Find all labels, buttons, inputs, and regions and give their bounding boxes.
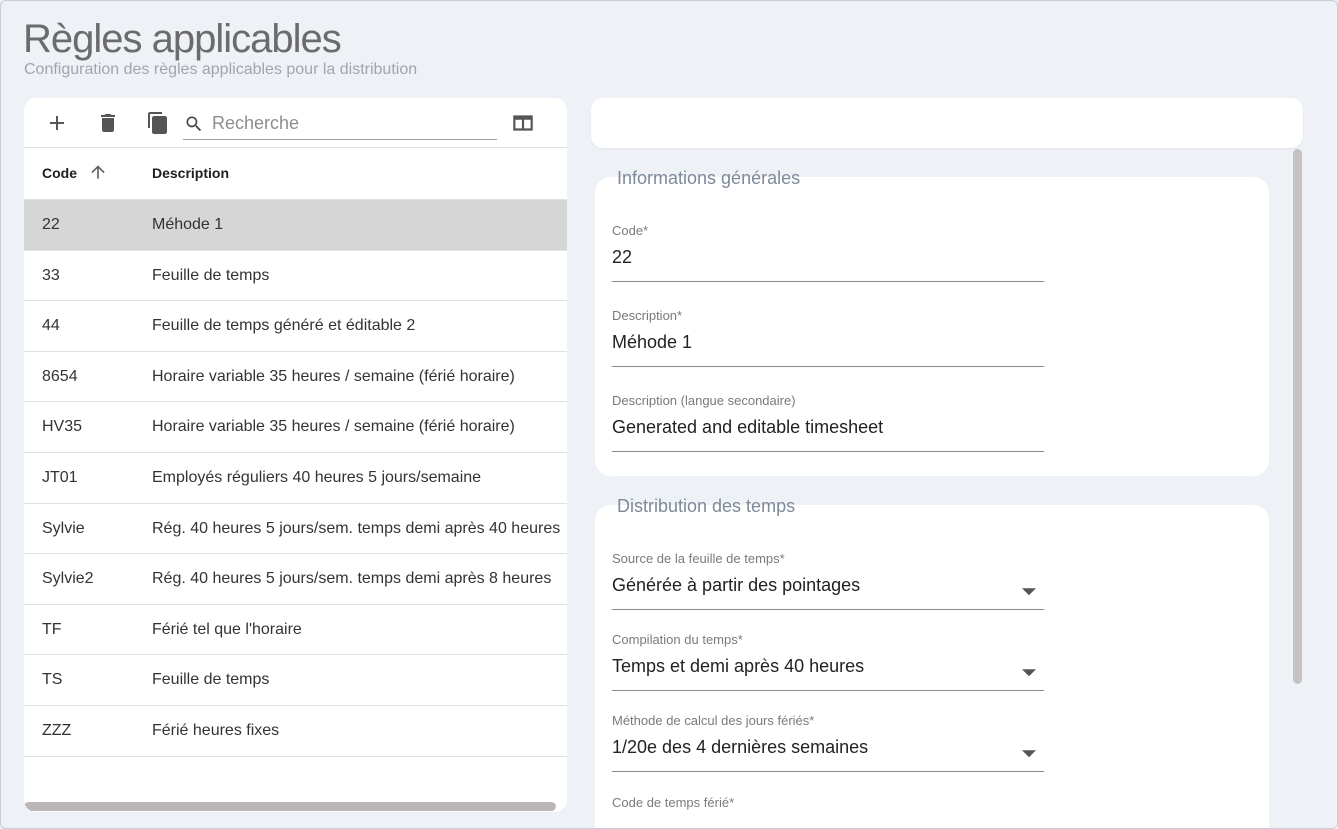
trash-icon [101,114,115,132]
field-label: Source de la feuille de temps* [612,551,785,566]
time-compilation-field: Compilation du temps* Temps et demi aprè… [612,632,1044,691]
field-label: Méthode de calcul des jours fériés* [612,713,815,728]
section-title: Informations générales [617,168,801,188]
table-row[interactable]: TS Feuille de temps [24,655,567,706]
table-row[interactable]: 22 Méhode 1 [24,200,567,251]
select-value: Générée à partir des pointages [612,575,861,595]
cell-code: TS [42,671,63,689]
cell-description: Férié tel que l'horaire [152,620,302,638]
field-label: Code de temps férié* [612,795,735,810]
code-field: Code* 22 [612,223,1044,282]
cell-code: TF [42,620,62,638]
table-row[interactable]: TF Férié tel que l'horaire [24,605,567,656]
field-label: Description (langue secondaire) [612,393,796,408]
cell-description: Rég. 40 heures 5 jours/sem. temps demi a… [152,519,561,537]
table-body: 22 Méhode 1 33 Feuille de temps 44 Feuil… [24,200,567,757]
table-row[interactable]: Sylvie Rég. 40 heures 5 jours/sem. temps… [24,504,567,555]
field-label: Description* [612,308,683,323]
holiday-method-select[interactable]: 1/20e des 4 dernières semaines [612,737,1044,772]
cell-code: JT01 [42,468,78,486]
select-value: 1/20e des 4 dernières semaines [612,737,869,757]
table-row[interactable]: JT01 Employés réguliers 40 heures 5 jour… [24,453,567,504]
add-button[interactable] [42,108,72,138]
horizontal-scrollbar[interactable] [24,802,556,811]
time-compilation-select[interactable]: Temps et demi après 40 heures [612,656,1044,691]
cell-description: Méhode 1 [152,216,224,233]
cell-code: 22 [42,216,60,233]
page-subtitle: Configuration des règles applicables pou… [24,61,418,78]
cell-description: Feuille de temps [152,671,270,689]
cell-description: Horaire variable 35 heures / semaine (fé… [152,367,515,385]
description-input[interactable]: Méhode 1 [612,332,1044,367]
cell-code: ZZZ [42,721,72,739]
field-label: Compilation du temps* [612,632,743,647]
cell-description: Férié heures fixes [152,721,280,739]
holiday-method-field: Méthode de calcul des jours fériés* 1/20… [612,713,1044,772]
copy-icon [148,112,167,134]
detail-header-bar [591,98,1303,148]
table-header: Code Description [24,148,567,200]
table-row[interactable]: Sylvie2 Rég. 40 heures 5 jours/sem. temp… [24,554,567,605]
timesheet-source-select[interactable]: Générée à partir des pointages [612,575,1044,610]
cell-description: Rég. 40 heures 5 jours/sem. temps demi a… [152,570,552,588]
time-distribution-section: Distribution des temps Source de la feui… [595,496,1269,828]
table-row[interactable]: HV35 Horaire variable 35 heures / semain… [24,402,567,453]
code-input[interactable]: 22 [612,247,1044,282]
search-input[interactable] [212,113,482,134]
cell-code: Sylvie2 [42,570,94,588]
table-row[interactable]: ZZZ Férié heures fixes [24,706,567,757]
delete-button[interactable] [93,108,123,138]
list-toolbar [24,98,567,148]
dropdown-arrow-icon[interactable] [1022,584,1036,598]
cell-code: HV35 [42,418,83,436]
table-row[interactable]: 33 Feuille de temps [24,251,567,302]
cell-description: Employés réguliers 40 heures 5 jours/sem… [152,468,482,486]
secondary-description-input[interactable]: Generated and editable timesheet [612,417,1044,452]
sort-ascending-icon[interactable] [88,162,108,182]
select-value: Temps et demi après 40 heures [612,656,865,676]
cell-code: 44 [42,317,60,335]
column-header-description[interactable]: Description [152,165,229,181]
column-header-code[interactable]: Code [42,165,77,181]
search-icon [186,116,202,131]
cell-description: Horaire variable 35 heures / semaine (fé… [152,418,515,436]
description-field: Description* Méhode 1 [612,308,1044,367]
columns-toggle-button[interactable] [508,108,538,138]
cell-description: Feuille de temps [152,266,270,284]
columns-icon [513,115,533,131]
copy-button[interactable] [143,108,173,138]
vertical-scrollbar[interactable] [1293,149,1302,684]
table-row[interactable]: 8654 Horaire variable 35 heures / semain… [24,352,567,403]
section-title: Distribution des temps [617,496,796,516]
app-window: Règles applicables Configuration des règ… [0,0,1338,829]
search-field [183,108,497,140]
table-row[interactable]: 44 Feuille de temps généré et éditable 2 [24,301,567,352]
dropdown-arrow-icon[interactable] [1022,665,1036,679]
page-title: Règles applicables [23,17,342,61]
general-info-section: Informations générales Code* 22 Descript… [595,168,1269,476]
plus-icon [50,116,64,130]
cell-code: 8654 [42,367,78,385]
cell-code: Sylvie [42,519,85,537]
secondary-description-field: Description (langue secondaire) Generate… [612,393,1044,452]
dropdown-arrow-icon[interactable] [1022,746,1036,760]
cell-description: Feuille de temps généré et éditable 2 [152,317,416,335]
rules-list-panel: Code Description 22 Méhode 1 33 Feuille … [24,98,567,812]
holiday-time-code-field: Code de temps férié* [612,795,1044,810]
cell-code: 33 [42,266,60,284]
field-label: Code* [612,223,649,238]
timesheet-source-field: Source de la feuille de temps* Générée à… [612,551,1044,610]
